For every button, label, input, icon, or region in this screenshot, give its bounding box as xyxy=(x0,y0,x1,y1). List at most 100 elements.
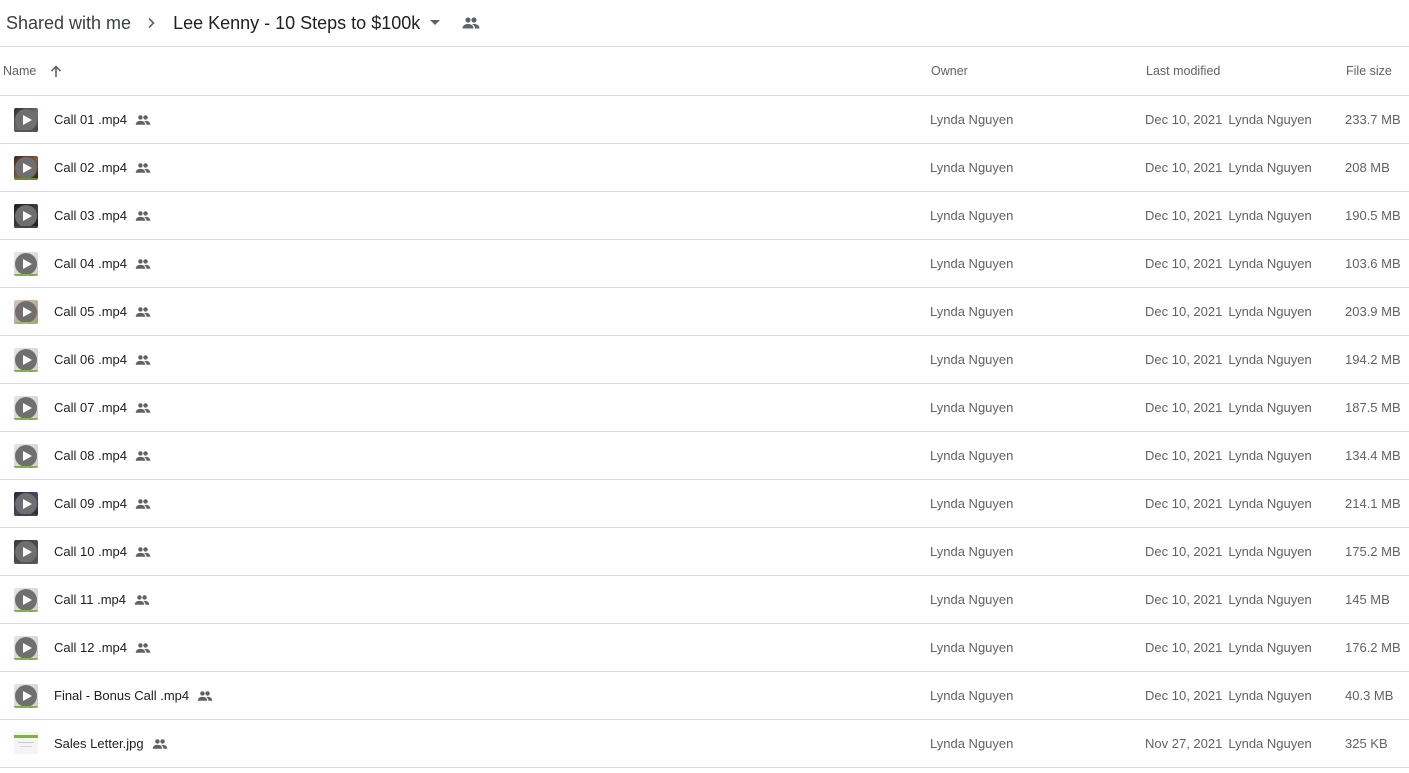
shared-icon xyxy=(135,642,151,654)
shared-icon xyxy=(135,258,151,270)
modified-date: Dec 10, 2021 xyxy=(1145,592,1223,607)
file-row[interactable]: Call 05 .mp4 Lynda Nguyen Dec 10, 2021 Lynd… xyxy=(0,288,1409,336)
column-header-owner[interactable]: Owner xyxy=(931,47,968,95)
file-row[interactable]: Call 08 .mp4 Lynda Nguyen Dec 10, 2021 Lynd… xyxy=(0,432,1409,480)
shared-icon xyxy=(135,546,151,558)
file-size: 134.4 MB xyxy=(1345,448,1401,463)
file-name-cell[interactable]: Call 12 .mp4 xyxy=(54,624,151,671)
play-icon xyxy=(15,685,37,707)
modified-by: Lynda Nguyen xyxy=(1228,112,1312,127)
file-name: Call 06 .mp4 xyxy=(54,352,127,367)
modified-by: Lynda Nguyen xyxy=(1228,304,1312,319)
shared-icon xyxy=(135,354,151,366)
video-file-thumbnail xyxy=(14,348,38,372)
play-icon xyxy=(15,301,37,323)
file-last-modified: Dec 10, 2021 Lynda Nguyen xyxy=(1145,528,1312,575)
file-owner: Lynda Nguyen xyxy=(930,352,1014,367)
column-header-file-size[interactable]: File size xyxy=(1346,47,1392,95)
shared-icon xyxy=(135,450,151,462)
file-name-cell[interactable]: Sales Letter.jpg xyxy=(54,720,168,767)
file-size: 145 MB xyxy=(1345,592,1390,607)
file-owner: Lynda Nguyen xyxy=(930,544,1014,559)
modified-date: Dec 10, 2021 xyxy=(1145,304,1223,319)
play-icon xyxy=(15,397,37,419)
video-file-thumbnail xyxy=(14,156,38,180)
file-name: Call 07 .mp4 xyxy=(54,400,127,415)
modified-by: Lynda Nguyen xyxy=(1228,688,1312,703)
file-name-cell[interactable]: Call 10 .mp4 xyxy=(54,528,151,575)
file-row[interactable]: Call 01 .mp4 Lynda Nguyen Dec 10, 2021 Lynd… xyxy=(0,96,1409,144)
modified-date: Dec 10, 2021 xyxy=(1145,640,1223,655)
file-name-cell[interactable]: Call 09 .mp4 xyxy=(54,480,151,527)
file-name-cell[interactable]: Call 11 .mp4 xyxy=(54,576,150,623)
file-row[interactable]: Call 07 .mp4 Lynda Nguyen Dec 10, 2021 Lynd… xyxy=(0,384,1409,432)
file-name: Call 08 .mp4 xyxy=(54,448,127,463)
play-icon xyxy=(15,205,37,227)
chevron-right-icon xyxy=(145,17,157,29)
file-owner: Lynda Nguyen xyxy=(930,496,1014,511)
file-row[interactable]: Call 06 .mp4 Lynda Nguyen Dec 10, 2021 Lynd… xyxy=(0,336,1409,384)
file-last-modified: Dec 10, 2021 Lynda Nguyen xyxy=(1145,624,1312,671)
file-last-modified: Dec 10, 2021 Lynda Nguyen xyxy=(1145,432,1312,479)
modified-by: Lynda Nguyen xyxy=(1228,496,1312,511)
file-name: Call 04 .mp4 xyxy=(54,256,127,271)
file-size: 187.5 MB xyxy=(1345,400,1401,415)
breadcrumb-shared-with-me[interactable]: Shared with me xyxy=(6,13,131,34)
file-name-cell[interactable]: Call 08 .mp4 xyxy=(54,432,151,479)
file-name: Final - Bonus Call .mp4 xyxy=(54,688,190,703)
modified-date: Dec 10, 2021 xyxy=(1145,688,1223,703)
play-icon xyxy=(15,109,37,131)
file-name-cell[interactable]: Call 05 .mp4 xyxy=(54,288,151,335)
column-header-name[interactable]: Name xyxy=(3,47,62,95)
video-file-thumbnail xyxy=(14,636,38,660)
file-name-cell[interactable]: Call 01 .mp4 xyxy=(54,96,151,143)
file-row[interactable]: Call 02 .mp4 Lynda Nguyen Dec 10, 2021 Lynd… xyxy=(0,144,1409,192)
shared-icon xyxy=(152,738,168,750)
modified-date: Dec 10, 2021 xyxy=(1145,448,1223,463)
file-name: Sales Letter.jpg xyxy=(54,736,144,751)
video-file-thumbnail xyxy=(14,108,38,132)
file-name-cell[interactable]: Call 04 .mp4 xyxy=(54,240,151,287)
file-row[interactable]: Final - Bonus Call .mp4 Lynda Nguyen Dec 1… xyxy=(0,672,1409,720)
modified-by: Lynda Nguyen xyxy=(1228,448,1312,463)
file-owner: Lynda Nguyen xyxy=(930,208,1014,223)
shared-icon xyxy=(135,306,151,318)
video-file-thumbnail xyxy=(14,300,38,324)
breadcrumb-current-folder[interactable]: Lee Kenny - 10 Steps to $100k xyxy=(173,13,420,34)
file-owner: Lynda Nguyen xyxy=(930,736,1014,751)
file-name-cell[interactable]: Call 07 .mp4 xyxy=(54,384,151,431)
video-file-thumbnail xyxy=(14,540,38,564)
file-row[interactable]: Call 04 .mp4 Lynda Nguyen Dec 10, 2021 Lynd… xyxy=(0,240,1409,288)
file-owner: Lynda Nguyen xyxy=(930,160,1014,175)
file-size: 325 KB xyxy=(1345,736,1388,751)
file-name: Call 03 .mp4 xyxy=(54,208,127,223)
column-header-row: Name Owner Last modified File size xyxy=(0,47,1409,96)
file-name: Call 01 .mp4 xyxy=(54,112,127,127)
file-name-cell[interactable]: Call 03 .mp4 xyxy=(54,192,151,239)
file-row[interactable]: Call 10 .mp4 Lynda Nguyen Dec 10, 2021 Lynd… xyxy=(0,528,1409,576)
file-row[interactable]: Call 03 .mp4 Lynda Nguyen Dec 10, 2021 Lynd… xyxy=(0,192,1409,240)
video-file-thumbnail xyxy=(14,492,38,516)
file-owner: Lynda Nguyen xyxy=(930,688,1014,703)
file-row[interactable]: Call 11 .mp4 Lynda Nguyen Dec 10, 2021 Lynd… xyxy=(0,576,1409,624)
file-last-modified: Dec 10, 2021 Lynda Nguyen xyxy=(1145,192,1312,239)
file-row[interactable]: Call 12 .mp4 Lynda Nguyen Dec 10, 2021 Lynd… xyxy=(0,624,1409,672)
play-icon xyxy=(15,253,37,275)
file-last-modified: Nov 27, 2021 Lynda Nguyen xyxy=(1145,720,1312,767)
shared-icon xyxy=(135,114,151,126)
modified-date: Dec 10, 2021 xyxy=(1145,208,1223,223)
file-name-cell[interactable]: Call 06 .mp4 xyxy=(54,336,151,383)
sort-ascending-arrow-icon[interactable] xyxy=(50,64,62,78)
file-owner: Lynda Nguyen xyxy=(930,304,1014,319)
file-owner: Lynda Nguyen xyxy=(930,256,1014,271)
file-row[interactable]: Sales Letter.jpg Lynda Nguyen Nov 27, 2021… xyxy=(0,720,1409,768)
file-name-cell[interactable]: Final - Bonus Call .mp4 xyxy=(54,672,213,719)
column-header-last-modified[interactable]: Last modified xyxy=(1146,47,1220,95)
shared-icon xyxy=(135,402,151,414)
modified-by: Lynda Nguyen xyxy=(1228,352,1312,367)
file-last-modified: Dec 10, 2021 Lynda Nguyen xyxy=(1145,480,1312,527)
video-file-thumbnail xyxy=(14,204,38,228)
file-name-cell[interactable]: Call 02 .mp4 xyxy=(54,144,151,191)
file-row[interactable]: Call 09 .mp4 Lynda Nguyen Dec 10, 2021 Lynd… xyxy=(0,480,1409,528)
dropdown-caret-icon[interactable] xyxy=(430,18,441,28)
